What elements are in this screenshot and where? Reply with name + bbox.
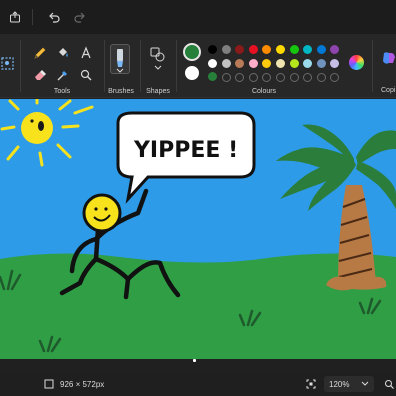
custom-colour-slot[interactable] [316,73,326,82]
edit-colours-icon[interactable] [349,55,364,70]
color-picker-tool-button[interactable] [56,67,70,81]
zoom-control: 120% [306,376,394,392]
custom-colour-slot[interactable] [248,73,258,82]
select-icon [1,57,14,70]
colour-swatch[interactable] [316,59,326,68]
canvas-resize-handle[interactable] [193,359,196,362]
colour-swatch[interactable] [276,59,285,68]
colour-swatch[interactable] [289,45,299,54]
canvas-size-indicator: 926 × 572px [44,379,104,389]
pencil-tool-button[interactable] [33,45,47,59]
secondary-colour-selector[interactable] [185,66,199,80]
eraser-icon [35,70,46,80]
recent-colour-swatch[interactable] [208,72,217,81]
zoom-level: 120% [329,379,350,389]
share-icon [10,11,20,23]
colour-swatch[interactable] [221,45,231,54]
canvas-size-text: 926 × 572px [60,379,105,389]
ribbon-divider [372,40,373,92]
speech-bubble-text: YIPPEE ! [133,138,238,163]
colour-swatch[interactable] [276,45,285,54]
text-tool-button[interactable] [79,45,93,59]
magnifier-tool-button[interactable] [79,67,93,81]
tools-label: Tools [53,88,71,95]
colours-label: Colours [251,88,277,95]
titlebar-divider [32,9,33,25]
colour-swatch[interactable] [208,45,217,54]
canvas-size-icon [44,379,54,389]
eraser-tool-button[interactable] [33,67,47,81]
copilot-button[interactable] [381,50,396,66]
copilot-label: Copi [381,87,396,94]
colour-swatch[interactable] [208,59,217,68]
fill-bucket-icon [59,48,68,57]
undo-button[interactable] [43,6,65,28]
undo-icon [49,12,60,23]
zoom-in-icon[interactable] [384,379,394,389]
brushes-group: Brushes [104,34,138,98]
select-tool-button[interactable] [1,56,15,70]
fill-tool-button[interactable] [56,45,70,59]
pencil-icon [34,47,46,59]
colour-swatch[interactable] [221,59,231,68]
painting: YIPPEE ! [0,99,396,359]
status-bar: 926 × 572px 120% [0,372,396,396]
fit-to-window-icon[interactable] [306,379,316,389]
text-icon [81,46,91,59]
colour-swatch[interactable] [316,45,326,54]
copilot-icon [383,52,395,64]
title-bar [0,0,396,34]
redo-icon [74,12,85,23]
colour-swatch[interactable] [289,59,299,68]
colour-swatch[interactable] [248,59,258,68]
custom-colour-slot[interactable] [276,73,285,82]
share-button[interactable] [4,6,26,28]
brushes-label: Brushes [108,88,134,95]
colours-group: Colours [176,34,372,98]
chevron-down-icon [361,381,369,386]
custom-colour-slot[interactable] [289,73,299,82]
ribbon-divider [20,40,21,92]
magnifier-icon [80,69,92,81]
redo-button[interactable] [69,6,91,28]
grass [0,253,396,359]
tools-group: Tools [22,34,102,98]
eyedropper-icon [57,71,67,81]
drawing-canvas[interactable]: YIPPEE ! [0,99,396,359]
colour-swatch[interactable] [248,45,258,54]
custom-colour-slot[interactable] [221,73,231,82]
primary-colour-selector[interactable] [183,43,201,61]
zoom-dropdown[interactable]: 120% [324,376,374,392]
